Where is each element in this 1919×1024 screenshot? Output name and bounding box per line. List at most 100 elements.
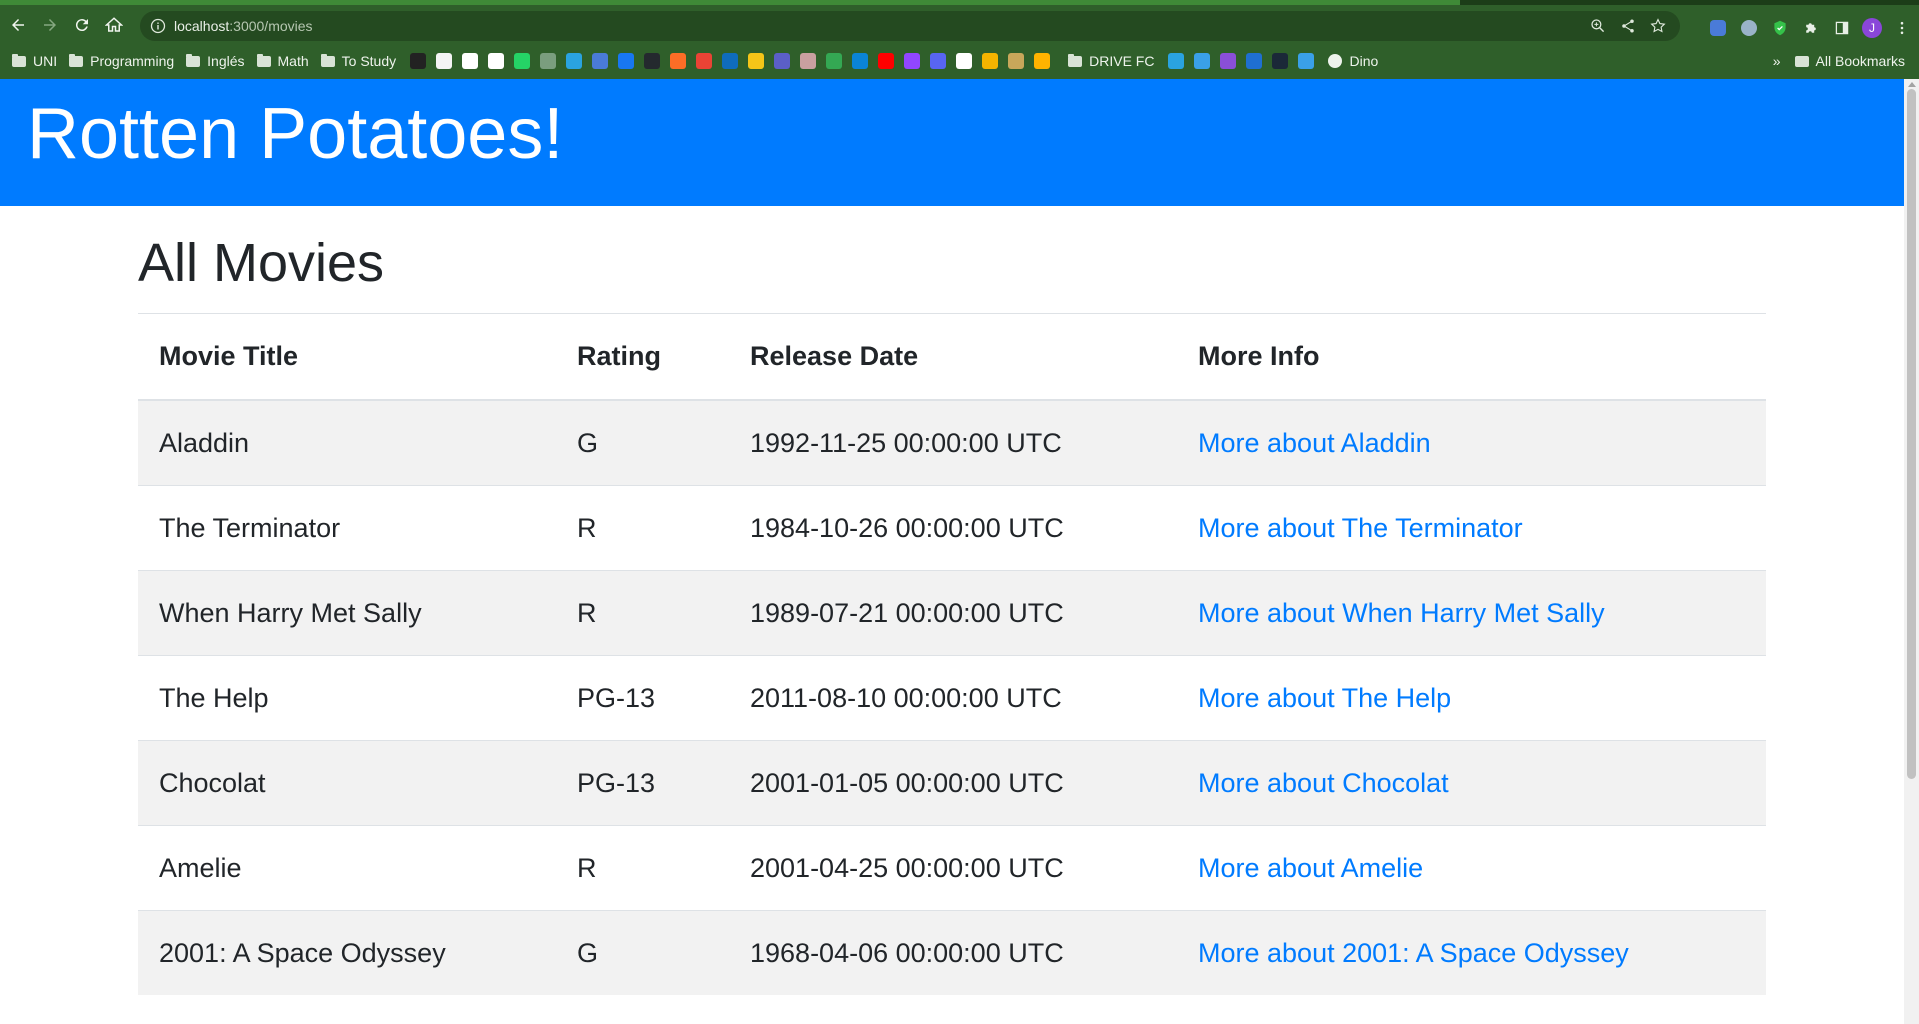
bookmark-favicon-icon[interactable]	[930, 53, 947, 69]
profile-avatar[interactable]: J	[1862, 18, 1882, 38]
vertical-scrollbar[interactable]	[1904, 79, 1919, 1024]
table-row: Amelie R 2001-04-25 00:00:00 UTC More about…	[138, 825, 1766, 911]
bookmark-favicon-icon[interactable]	[436, 53, 453, 69]
bookmark-favicon-icon[interactable]	[1194, 53, 1211, 69]
bookmark-favicon-icon[interactable]	[592, 53, 609, 69]
bookmark-favicon-icon[interactable]	[540, 53, 557, 69]
more-info-cell: More about Amelie	[1177, 825, 1766, 911]
more-info-cell: More about The Terminator	[1177, 485, 1766, 571]
bookmark-favicon-icon[interactable]	[982, 53, 999, 69]
bookmark-favicon-icon[interactable]	[410, 53, 427, 69]
movie-title-cell: When Harry Met Sally	[138, 570, 556, 656]
folder-icon	[186, 53, 201, 67]
menu-kebab-icon[interactable]	[1891, 17, 1913, 39]
more-info-link[interactable]: More about The Help	[1198, 683, 1451, 713]
url-host: localhost	[174, 18, 230, 34]
bookmark-favicon-icon[interactable]	[878, 53, 895, 69]
scrollbar-thumb[interactable]	[1907, 89, 1916, 779]
page-title: All Movies	[138, 233, 385, 293]
table-header-row: Movie Title Rating Release Date More Inf…	[138, 313, 1766, 401]
table-row: The Help PG-13 2011-08-10 00:00:00 UTC More…	[138, 655, 1766, 741]
site-header: Rotten Potatoes!	[0, 79, 1904, 206]
bookmark-favicon-icon[interactable]	[514, 53, 531, 69]
more-info-link[interactable]: More about Chocolat	[1198, 768, 1449, 798]
back-button[interactable]	[4, 11, 32, 39]
more-info-link[interactable]: More about Amelie	[1198, 853, 1423, 883]
bookmark-favicon-icon[interactable]	[904, 53, 921, 69]
bookmark-folder-programming[interactable]: Programming	[69, 53, 174, 69]
more-info-link[interactable]: More about Aladdin	[1198, 428, 1431, 458]
bookmark-favicon-icon[interactable]	[462, 53, 479, 69]
movie-release-date-cell: 1984-10-26 00:00:00 UTC	[729, 485, 1177, 571]
bookmark-favicon-icon[interactable]	[774, 53, 791, 69]
more-info-link[interactable]: More about The Terminator	[1198, 513, 1523, 543]
bookmark-folder-ingles[interactable]: Inglés	[186, 53, 245, 69]
bookmark-dino[interactable]: Dino	[1328, 53, 1378, 69]
forward-button[interactable]	[36, 11, 64, 39]
shield-extension-icon[interactable]	[1769, 17, 1791, 39]
more-info-cell: More about 2001: A Space Odyssey	[1177, 910, 1766, 995]
more-info-link[interactable]: More about 2001: A Space Odyssey	[1198, 938, 1629, 968]
bookmark-favicon-icon[interactable]	[696, 53, 713, 69]
bookmark-favicon-icon[interactable]	[1246, 53, 1263, 69]
browser-chrome: localhost:3000/movies J UNI Programming …	[0, 0, 1919, 79]
movie-release-date-cell: 1992-11-25 00:00:00 UTC	[729, 399, 1177, 486]
movie-rating-cell: R	[556, 825, 729, 911]
reload-button[interactable]	[68, 11, 96, 39]
url-text[interactable]: localhost:3000/movies	[174, 18, 313, 34]
bookmark-favicon-icon[interactable]	[722, 53, 739, 69]
bookmark-star-icon[interactable]	[1648, 16, 1668, 36]
globe-icon	[1328, 54, 1343, 68]
address-bar[interactable]: localhost:3000/movies	[140, 11, 1680, 41]
bookmark-favicon-icon[interactable]	[826, 53, 843, 69]
bookmark-favicon-icon[interactable]	[1272, 53, 1289, 69]
bookmark-favicon-icon[interactable]	[1008, 53, 1025, 69]
bookmark-favicon-icon[interactable]	[1168, 53, 1185, 69]
movie-title-cell: The Terminator	[138, 485, 556, 571]
extension-icon[interactable]	[1738, 17, 1760, 39]
bookmark-favicon-icon[interactable]	[852, 53, 869, 69]
bookmarks-overflow-chevron-icon[interactable]: »	[1773, 53, 1781, 69]
bookmark-favicon-icon[interactable]	[956, 53, 973, 69]
browser-toolbar: localhost:3000/movies J	[0, 5, 1919, 45]
bookmark-favicon-icon[interactable]	[644, 53, 661, 69]
bookmark-favicon-icon[interactable]	[748, 53, 765, 69]
bookmark-label: To Study	[341, 53, 397, 69]
site-info-icon[interactable]	[150, 18, 166, 34]
back-arrow-icon	[12, 19, 24, 31]
movie-release-date-cell: 2001-01-05 00:00:00 UTC	[729, 740, 1177, 826]
zoom-icon[interactable]	[1588, 16, 1608, 36]
bookmark-favicon-icon[interactable]	[1034, 53, 1051, 69]
movie-rating-cell: G	[556, 910, 729, 995]
home-button[interactable]	[100, 11, 128, 39]
bookmark-folder-math[interactable]: Math	[256, 53, 309, 69]
bookmark-folder-drive-fc[interactable]: DRIVE FC	[1068, 53, 1154, 69]
movie-release-date-cell: 1989-07-21 00:00:00 UTC	[729, 570, 1177, 656]
scroll-up-arrow-icon[interactable]	[1908, 82, 1916, 87]
bookmark-folder-to-study[interactable]: To Study	[320, 53, 397, 69]
bookmark-favicon-icon[interactable]	[670, 53, 687, 69]
more-info-link[interactable]: More about When Harry Met Sally	[1198, 598, 1605, 628]
translate-extension-icon[interactable]	[1707, 17, 1729, 39]
bookmark-label: Inglés	[207, 53, 245, 69]
puzzle-extensions-icon[interactable]	[1800, 17, 1822, 39]
side-panel-icon[interactable]	[1831, 17, 1853, 39]
share-icon[interactable]	[1618, 16, 1638, 36]
column-header-title: Movie Title	[138, 313, 556, 401]
movie-title-cell: Aladdin	[138, 399, 556, 486]
table-row: The Terminator R 1984-10-26 00:00:00 UTC Mo…	[138, 485, 1766, 571]
movie-rating-cell: R	[556, 485, 729, 571]
bookmark-favicons	[396, 53, 1051, 69]
bookmark-favicon-icon[interactable]	[488, 53, 505, 69]
bookmark-label: UNI	[33, 53, 58, 69]
bookmark-folder-uni[interactable]: UNI	[12, 53, 57, 69]
movie-title-cell: Amelie	[138, 825, 556, 911]
bookmark-favicon-icon[interactable]	[1220, 53, 1237, 69]
bookmark-favicon-icon[interactable]	[618, 53, 635, 69]
bookmark-favicon-icon[interactable]	[1298, 53, 1315, 69]
bookmark-label: Programming	[90, 53, 175, 69]
all-bookmarks-button[interactable]: All Bookmarks	[1816, 53, 1905, 69]
column-header-rating: Rating	[556, 313, 729, 401]
bookmark-favicon-icon[interactable]	[800, 53, 817, 69]
bookmark-favicon-icon[interactable]	[566, 53, 583, 69]
